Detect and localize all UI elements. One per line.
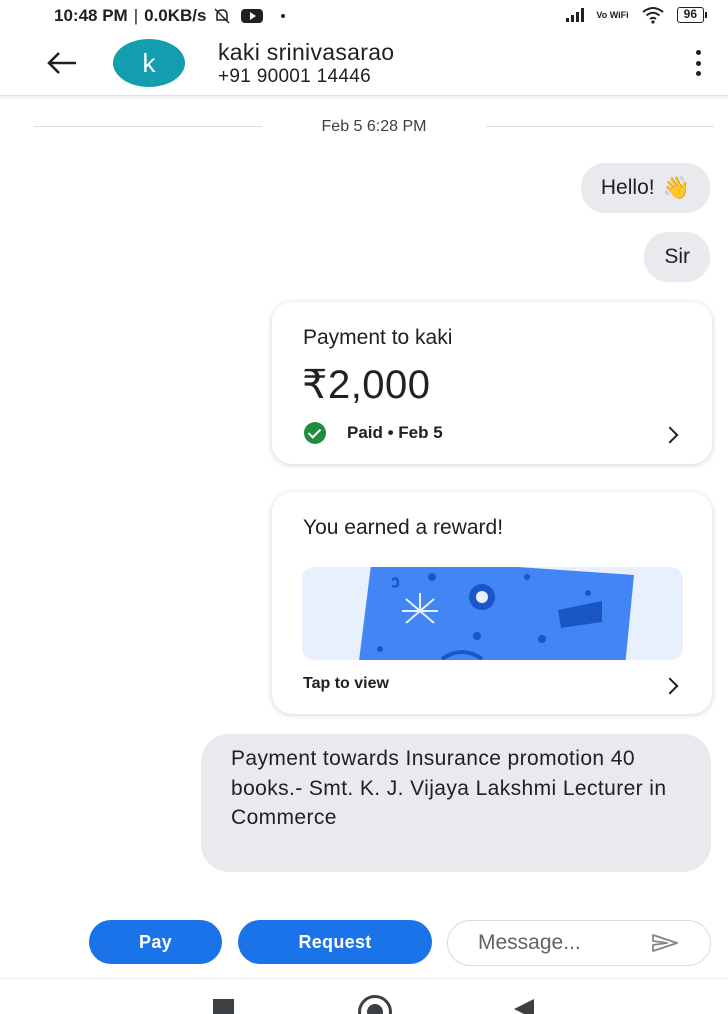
payment-status: Paid • Feb 5: [347, 423, 443, 442]
send-icon[interactable]: [650, 933, 680, 953]
date-divider-text: Feb 5 6:28 PM: [321, 118, 427, 135]
message-text: Sir: [664, 245, 690, 268]
divider-line-right: [486, 126, 714, 127]
system-nav-bar: [0, 978, 728, 1014]
mute-bell-icon: [213, 8, 230, 24]
wifi-icon: [642, 7, 664, 24]
back-arrow-icon[interactable]: [44, 48, 80, 78]
payment-note-bubble[interactable]: Payment towards Insurance promotion 40 b…: [201, 734, 711, 872]
reward-banner: [302, 567, 683, 660]
status-speed: 0.0KB/s: [144, 6, 207, 25]
contact-name: kaki srinivasarao: [218, 39, 395, 65]
pay-button[interactable]: Pay: [89, 920, 222, 964]
payment-title: Payment to kaki: [303, 326, 453, 349]
status-right: Vo WiFi 96: [566, 6, 708, 24]
status-left: 10:48 PM | 0.0KB/s: [54, 6, 285, 26]
recent-apps-icon[interactable]: [213, 999, 234, 1014]
vowifi-icon: Vo WiFi: [596, 9, 629, 20]
request-button[interactable]: Request: [238, 920, 432, 964]
message-text: Hello!: [600, 176, 655, 199]
nav-back-icon[interactable]: [514, 999, 534, 1014]
youtube-icon: [240, 9, 263, 23]
chevron-right-icon: [661, 677, 679, 695]
reward-title: You earned a reward!: [303, 516, 504, 539]
scratch-card-illustration: [359, 567, 634, 660]
payment-note-text: Payment towards Insurance promotion 40 b…: [231, 747, 667, 829]
more-options-icon[interactable]: [694, 50, 702, 76]
status-bar: 10:48 PM | 0.0KB/s Vo WiFi 96: [0, 0, 728, 32]
avatar-letter: k: [142, 47, 156, 78]
avatar[interactable]: k: [113, 39, 185, 87]
message-input[interactable]: [478, 931, 638, 955]
notification-dot-icon: [280, 14, 285, 18]
battery-icon: 96: [676, 7, 708, 23]
status-time: 10:48 PM: [54, 6, 128, 25]
status-separator: |: [133, 6, 139, 25]
signal-icon: [566, 8, 585, 22]
reward-tap-to-view: Tap to view: [303, 675, 389, 692]
payment-card[interactable]: Payment to kaki ₹2,000 Paid • Feb 5: [272, 302, 712, 464]
payment-amount: ₹2,000: [302, 363, 431, 407]
app-bar: k kaki srinivasarao +91 90001 14446: [0, 32, 728, 96]
waving-hand-emoji: 👋: [662, 175, 690, 200]
chevron-right-icon: [661, 426, 679, 444]
reward-card[interactable]: You earned a reward! Tap to view: [272, 492, 712, 714]
message-bubble-sir[interactable]: Sir: [644, 232, 710, 282]
message-bubble-hello[interactable]: Hello! 👋: [580, 163, 710, 213]
check-circle-icon: [304, 422, 326, 444]
message-box[interactable]: [447, 920, 711, 966]
contact-phone: +91 90001 14446: [218, 66, 371, 87]
date-divider: Feb 5 6:28 PM: [34, 112, 714, 140]
home-icon[interactable]: [358, 995, 392, 1014]
